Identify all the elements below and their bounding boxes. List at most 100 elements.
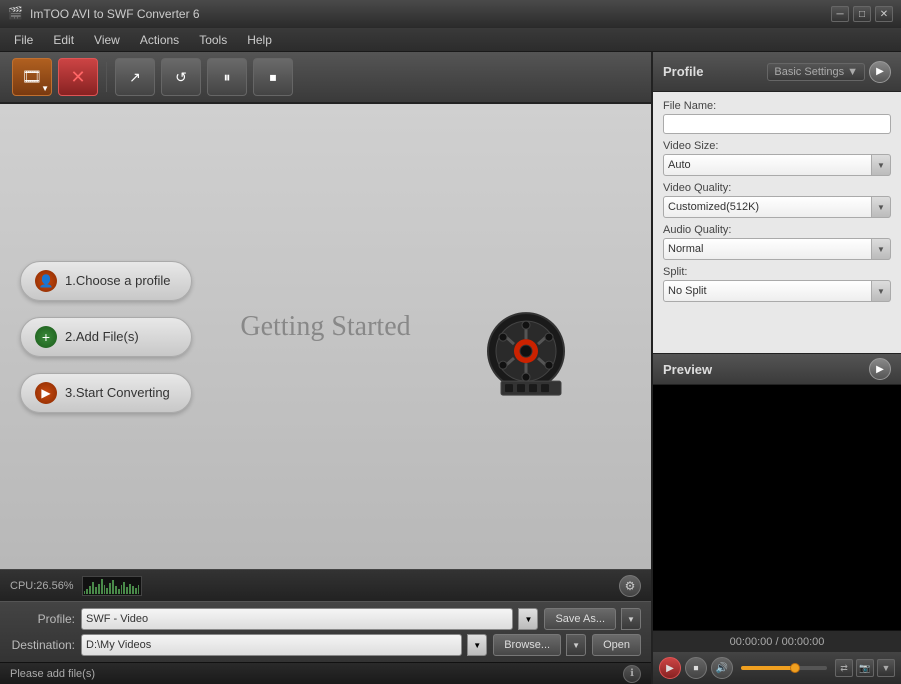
file-name-input[interactable] [663, 114, 891, 134]
add-files-icon: + [35, 326, 57, 348]
steps-panel: 👤 1.Choose a profile + 2.Add File(s) ▶ 3… [20, 261, 192, 413]
split-setting: Split: No Split ▼ [663, 266, 891, 302]
profile-dropdown-arrow[interactable]: ▼ [518, 608, 538, 630]
profile-select[interactable]: SWF - Video [81, 608, 513, 630]
save-as-button[interactable]: Save As... [544, 608, 616, 630]
left-panel: 🎞 ▼ ✕ ↗ ↺ ⏸ ⏹ Getting Started [0, 52, 651, 684]
getting-started-text: Getting Started [240, 311, 410, 343]
cpu-bar [135, 588, 137, 594]
profile-row: Profile: SWF - Video ▼ Save As... ▼ [10, 608, 641, 630]
start-converting-label: 3.Start Converting [65, 385, 170, 400]
volume-slider[interactable] [741, 666, 827, 670]
cpu-bar [129, 584, 131, 594]
choose-profile-button[interactable]: 👤 1.Choose a profile [20, 261, 192, 301]
film-reel-graphic [481, 309, 571, 402]
volume-thumb[interactable] [790, 663, 800, 673]
preview-extra-buttons: ⇄ 📷 ▼ [835, 659, 895, 677]
destination-row: Destination: D:\My Videos ▼ Browse... ▼ … [10, 634, 641, 656]
cpu-label: CPU:26.56% [10, 580, 74, 592]
play-button[interactable]: ▶ [659, 657, 681, 679]
preview-header: Preview ▶ [653, 353, 901, 385]
content-area: Getting Started 👤 1.Choose a profile + 2… [0, 104, 651, 569]
destination-label: Destination: [10, 638, 75, 652]
profile-title: Profile [663, 64, 767, 79]
preview-controls: ▶ ⏹ 🔊 ⇄ 📷 ▼ [653, 652, 901, 684]
profile-icon: 👤 [35, 270, 57, 292]
stop-preview-button[interactable]: ⏹ [685, 657, 707, 679]
profile-settings: File Name: Video Size: Auto ▼ Video Qual… [653, 92, 901, 353]
menu-help[interactable]: Help [237, 31, 282, 49]
video-quality-setting: Video Quality: Customized(512K) ▼ [663, 182, 891, 218]
audio-quality-arrow[interactable]: ▼ [871, 238, 891, 260]
basic-settings-arrow: ▼ [847, 66, 858, 78]
menu-file[interactable]: File [4, 31, 43, 49]
destination-select[interactable]: D:\My Videos [81, 634, 462, 656]
profile-header: Profile Basic Settings ▼ ▶ [653, 52, 901, 92]
start-converting-button[interactable]: ▶ 3.Start Converting [20, 373, 192, 413]
screenshot-button[interactable]: 📷 [856, 659, 874, 677]
cpu-bar [101, 579, 103, 594]
cpu-bar [104, 585, 106, 594]
refresh-button[interactable]: ↺ [161, 58, 201, 96]
stop-button[interactable]: ⏹ [253, 58, 293, 96]
film-add-icon: 🎞 [22, 67, 42, 87]
settings-icon-button[interactable]: ⚙ [619, 575, 641, 597]
info-icon-button[interactable]: ℹ [623, 665, 641, 683]
swap-button[interactable]: ⇄ [835, 659, 853, 677]
video-size-select[interactable]: Auto [663, 154, 872, 176]
browse-button[interactable]: Browse... [493, 634, 561, 656]
preview-expand-button[interactable]: ▶ [869, 358, 891, 380]
video-size-arrow[interactable]: ▼ [871, 154, 891, 176]
video-quality-row: Customized(512K) ▼ [663, 196, 891, 218]
close-button[interactable]: ✕ [875, 6, 893, 22]
preview-time: 00:00:00 / 00:00:00 [653, 630, 901, 652]
menu-bar: File Edit View Actions Tools Help [0, 28, 901, 52]
save-arrow-button[interactable]: ▼ [621, 608, 641, 630]
status-message: Please add file(s) [10, 668, 615, 680]
toolbar-separator [106, 62, 107, 92]
cpu-bar [89, 586, 91, 594]
delete-button[interactable]: ✕ [58, 58, 98, 96]
cpu-bar [106, 588, 108, 594]
video-size-row: Auto ▼ [663, 154, 891, 176]
menu-edit[interactable]: Edit [43, 31, 84, 49]
cpu-bar [98, 584, 100, 594]
pause-button[interactable]: ⏸ [207, 58, 247, 96]
cpu-bar [84, 591, 86, 594]
video-quality-arrow[interactable]: ▼ [871, 196, 891, 218]
split-arrow[interactable]: ▼ [871, 280, 891, 302]
browse-arrow-button[interactable]: ▼ [566, 634, 586, 656]
menu-tools[interactable]: Tools [189, 31, 237, 49]
split-select[interactable]: No Split [663, 280, 872, 302]
cpu-bar [123, 582, 125, 594]
volume-button[interactable]: 🔊 [711, 657, 733, 679]
file-name-setting: File Name: [663, 100, 891, 134]
preview-screen [653, 385, 901, 630]
cpu-bar [126, 587, 128, 594]
video-size-setting: Video Size: Auto ▼ [663, 140, 891, 176]
destination-dropdown-arrow[interactable]: ▼ [467, 634, 487, 656]
add-file-button[interactable]: 🎞 ▼ [12, 58, 52, 96]
film-reel-svg [481, 309, 571, 399]
profile-expand-button[interactable]: ▶ [869, 61, 891, 83]
toolbar: 🎞 ▼ ✕ ↗ ↺ ⏸ ⏹ [0, 52, 651, 104]
maximize-button[interactable]: □ [853, 6, 871, 22]
stop-icon: ⏹ [270, 69, 277, 86]
audio-quality-row: Normal ▼ [663, 238, 891, 260]
more-button[interactable]: ▼ [877, 659, 895, 677]
menu-view[interactable]: View [84, 31, 130, 49]
menu-actions[interactable]: Actions [130, 31, 189, 49]
add-files-button[interactable]: + 2.Add File(s) [20, 317, 192, 357]
video-quality-select[interactable]: Customized(512K) [663, 196, 872, 218]
minimize-button[interactable]: ─ [831, 6, 849, 22]
open-button[interactable]: Open [592, 634, 641, 656]
basic-settings-label: Basic Settings [774, 66, 844, 78]
profile-label: Profile: [10, 612, 75, 626]
cpu-bar [121, 585, 123, 594]
basic-settings-button[interactable]: Basic Settings ▼ [767, 63, 865, 81]
cpu-bar [109, 583, 111, 594]
export-button[interactable]: ↗ [115, 58, 155, 96]
pause-icon: ⏸ [224, 69, 231, 86]
app-icon: 🎬 [8, 6, 24, 22]
audio-quality-select[interactable]: Normal [663, 238, 872, 260]
